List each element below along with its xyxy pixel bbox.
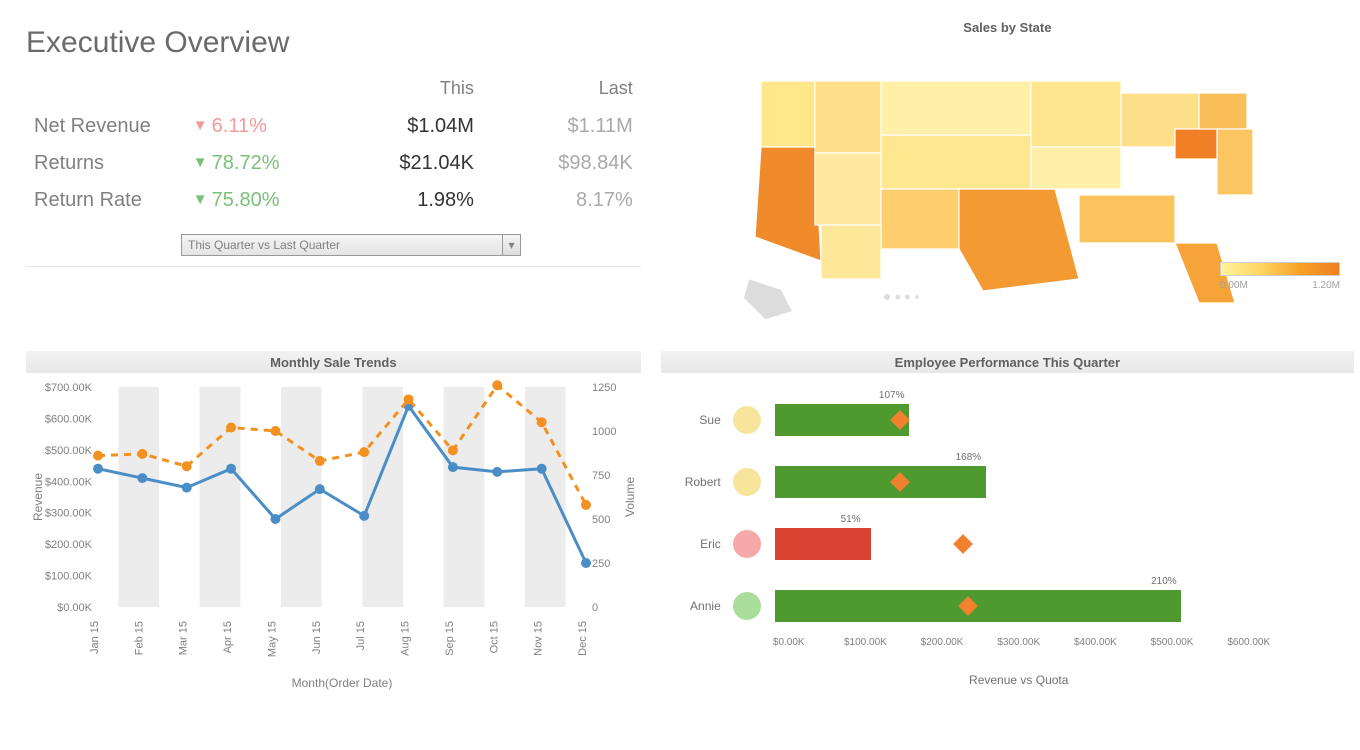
svg-text:1000: 1000 bbox=[592, 426, 616, 438]
svg-text:$500.00K: $500.00K bbox=[45, 445, 93, 457]
kpi-row: Returns ▼78.72% $21.04K $98.84K bbox=[28, 146, 639, 181]
pct-of-quota: 210% bbox=[1151, 576, 1177, 587]
svg-text:Apr 15: Apr 15 bbox=[222, 621, 234, 653]
map-title: Sales by State bbox=[661, 20, 1354, 35]
svg-text:$600.00K: $600.00K bbox=[45, 413, 93, 425]
kpi-table: This Last Net Revenue ▼6.11% $1.04M $1.1… bbox=[26, 74, 641, 220]
svg-text:May 15: May 15 bbox=[266, 621, 278, 657]
kpi-label: Returns bbox=[28, 146, 185, 181]
kpi-this: 1.98% bbox=[346, 183, 480, 218]
kpi-col-this: This bbox=[346, 76, 480, 107]
quota-marker-icon bbox=[953, 534, 973, 554]
svg-text:$0.00K: $0.00K bbox=[57, 602, 93, 614]
svg-text:Jul 15: Jul 15 bbox=[355, 621, 367, 650]
triangle-down-icon: ▼ bbox=[193, 117, 208, 134]
employee-x-label: Revenue vs Quota bbox=[789, 673, 1249, 687]
svg-text:Revenue: Revenue bbox=[31, 473, 45, 521]
svg-text:0: 0 bbox=[592, 602, 598, 614]
svg-text:Dec 15: Dec 15 bbox=[577, 621, 589, 656]
employee-bar[interactable]: 210% bbox=[775, 590, 1235, 622]
svg-text:Oct 15: Oct 15 bbox=[488, 621, 500, 653]
employee-x-axis: $0.00K$100.00K$200.00K$300.00K$400.00K$5… bbox=[789, 637, 1249, 667]
pct-of-quota: 107% bbox=[879, 390, 905, 401]
kpi-delta: ▼6.11% bbox=[187, 109, 344, 144]
sales-by-state-panel: Sales by State bbox=[661, 20, 1354, 339]
trends-title: Monthly Sale Trends bbox=[26, 351, 641, 373]
status-dot-icon bbox=[733, 592, 761, 620]
svg-text:750: 750 bbox=[592, 470, 610, 482]
svg-text:250: 250 bbox=[592, 558, 610, 570]
employee-name: Sue bbox=[661, 413, 733, 427]
svg-text:$200.00K: $200.00K bbox=[45, 539, 93, 551]
kpi-col-last: Last bbox=[482, 76, 639, 107]
page-title: Executive Overview bbox=[26, 26, 641, 60]
svg-text:Jun 15: Jun 15 bbox=[311, 621, 323, 654]
chevron-down-icon: ▾ bbox=[502, 235, 520, 255]
employee-row: Robert 168% bbox=[661, 451, 1354, 513]
svg-text:Mar 15: Mar 15 bbox=[178, 621, 190, 655]
kpi-last: 8.17% bbox=[482, 183, 639, 218]
kpi-this: $21.04K bbox=[346, 146, 480, 181]
svg-text:$100.00K: $100.00K bbox=[45, 571, 93, 583]
svg-text:Sep 15: Sep 15 bbox=[444, 621, 456, 656]
employee-name: Eric bbox=[661, 537, 733, 551]
triangle-down-icon: ▼ bbox=[193, 191, 208, 208]
kpi-last: $1.11M bbox=[482, 109, 639, 144]
svg-text:500: 500 bbox=[592, 514, 610, 526]
employee-row: Annie 210% bbox=[661, 575, 1354, 637]
svg-text:1250: 1250 bbox=[592, 382, 616, 394]
employee-performance-panel: Employee Performance This Quarter Sue 10… bbox=[661, 339, 1354, 696]
kpi-last: $98.84K bbox=[482, 146, 639, 181]
status-dot-icon bbox=[733, 530, 761, 558]
period-select-label: This Quarter vs Last Quarter bbox=[188, 238, 340, 252]
map-legend: 0.00M1.20M bbox=[1220, 262, 1340, 291]
kpi-row: Return Rate ▼75.80% 1.98% 8.17% bbox=[28, 183, 639, 218]
svg-text:$400.00K: $400.00K bbox=[45, 476, 93, 488]
us-choropleth-map[interactable] bbox=[697, 39, 1317, 339]
svg-text:Jan 15: Jan 15 bbox=[89, 621, 101, 654]
employee-bar[interactable]: 168% bbox=[775, 466, 1235, 498]
kpi-delta: ▼78.72% bbox=[187, 146, 344, 181]
performance-title: Employee Performance This Quarter bbox=[661, 351, 1354, 373]
svg-text:$300.00K: $300.00K bbox=[45, 508, 93, 520]
triangle-down-icon: ▼ bbox=[193, 154, 208, 171]
employee-bar[interactable]: 51% bbox=[775, 528, 1235, 560]
status-dot-icon bbox=[733, 406, 761, 434]
monthly-sale-trends-panel: Monthly Sale Trends $0.00K $100.00K $200.0… bbox=[26, 339, 641, 696]
svg-text:Aug 15: Aug 15 bbox=[400, 621, 412, 656]
period-comparison-select[interactable]: This Quarter vs Last Quarter ▾ bbox=[181, 234, 521, 256]
status-dot-icon bbox=[733, 468, 761, 496]
kpi-label: Return Rate bbox=[28, 183, 185, 218]
employee-name: Annie bbox=[661, 599, 733, 613]
monthly-sale-trends-chart[interactable]: $0.00K $100.00K $200.00K $300.00K $400.00K $5… bbox=[26, 373, 646, 693]
svg-text:Feb 15: Feb 15 bbox=[133, 621, 145, 655]
employee-name: Robert bbox=[661, 475, 733, 489]
kpi-row: Net Revenue ▼6.11% $1.04M $1.11M bbox=[28, 109, 639, 144]
kpi-this: $1.04M bbox=[346, 109, 480, 144]
kpi-delta: ▼75.80% bbox=[187, 183, 344, 218]
employee-bar[interactable]: 107% bbox=[775, 404, 1235, 436]
svg-text:Month(Order Date): Month(Order Date) bbox=[292, 676, 393, 690]
pct-of-quota: 51% bbox=[841, 514, 861, 525]
employee-row: Sue 107% bbox=[661, 389, 1354, 451]
svg-text:$700.00K: $700.00K bbox=[45, 382, 93, 394]
executive-overview-panel: Executive Overview This Last Net Revenue… bbox=[26, 20, 641, 339]
svg-text:Volume: Volume bbox=[623, 477, 637, 517]
svg-text:Nov 15: Nov 15 bbox=[533, 621, 545, 656]
pct-of-quota: 168% bbox=[956, 452, 982, 463]
kpi-label: Net Revenue bbox=[28, 109, 185, 144]
employee-row: Eric 51% bbox=[661, 513, 1354, 575]
